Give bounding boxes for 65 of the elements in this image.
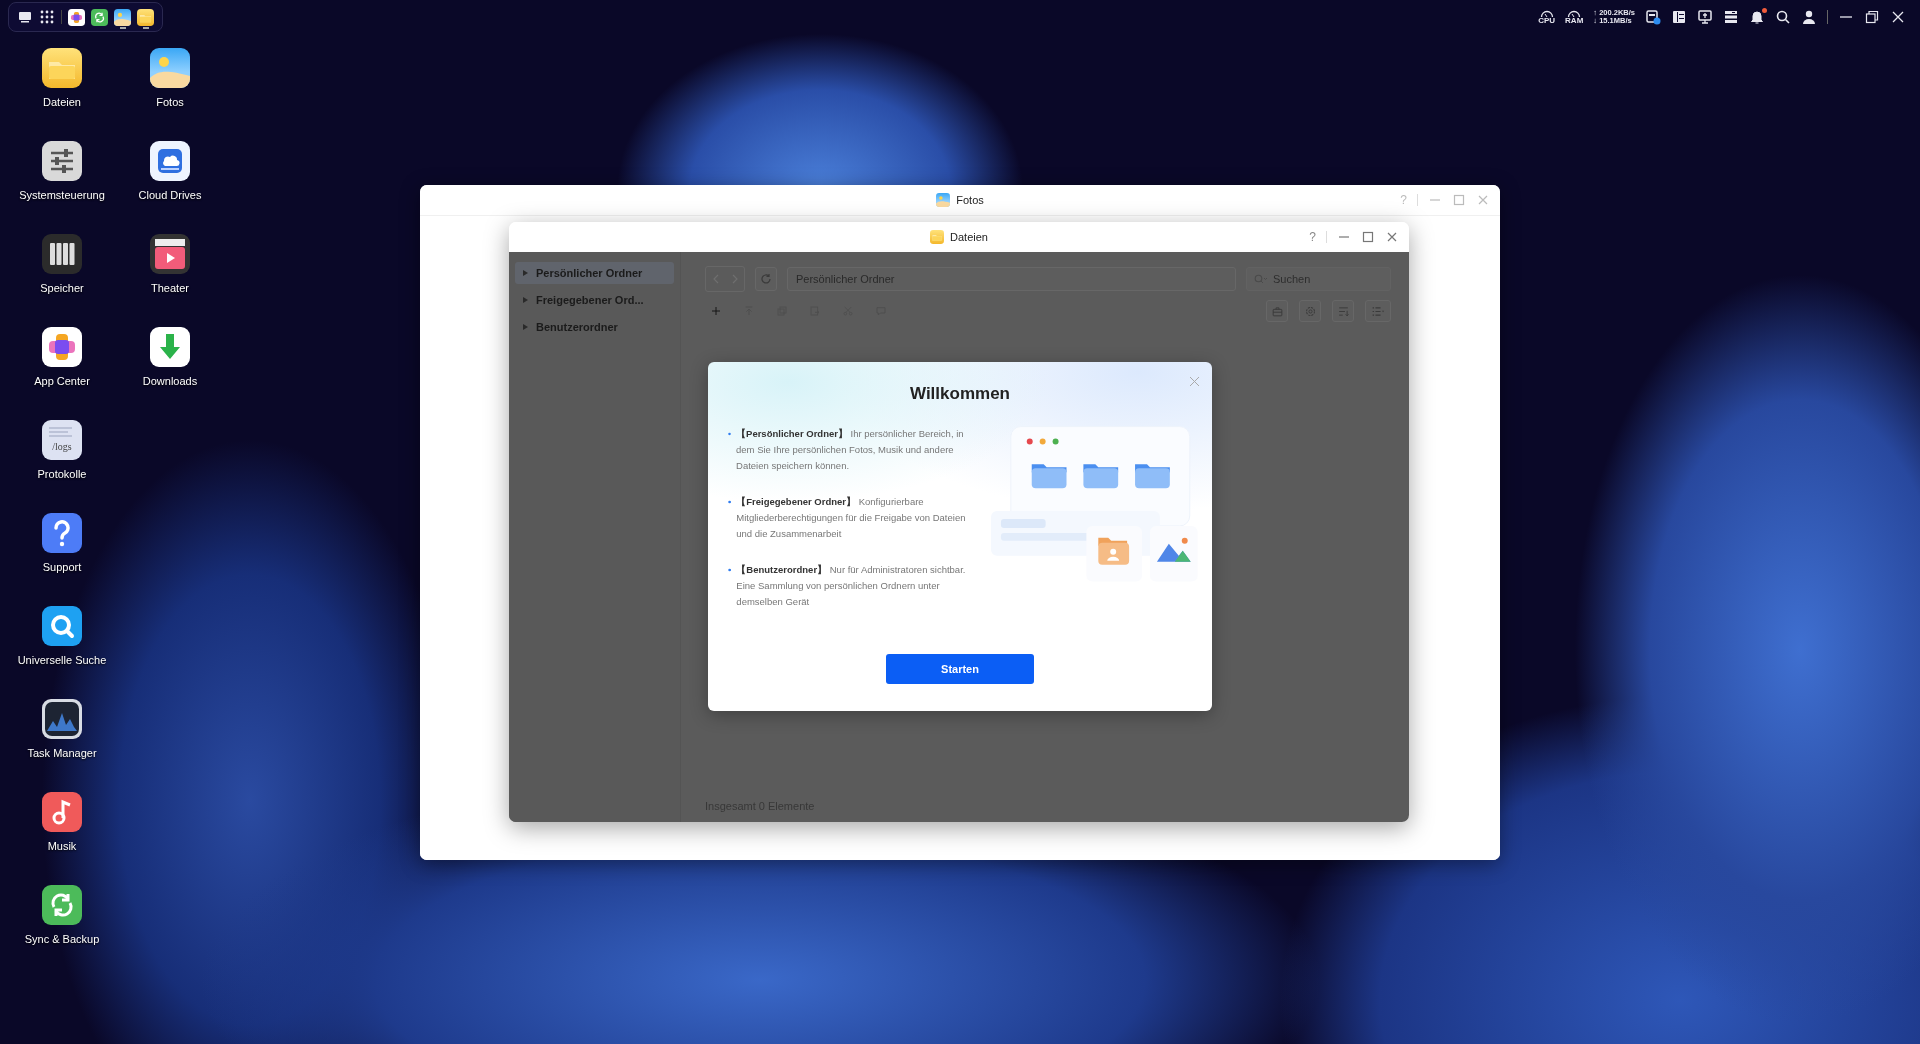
desktop-icon-label[interactable]: Systemsteuerung — [19, 189, 105, 201]
app-grid-icon[interactable] — [39, 9, 55, 25]
plus-icon — [710, 305, 722, 317]
folder-icon — [930, 230, 945, 244]
desktop-icon-label[interactable]: Dateien — [43, 96, 81, 108]
folder-icon[interactable] — [137, 8, 154, 26]
sync-arrows-icon[interactable] — [42, 885, 82, 925]
desktop-icon-label[interactable]: Task Manager — [27, 747, 97, 759]
toolbox-icon — [1270, 304, 1284, 318]
panel-icon[interactable] — [1671, 9, 1687, 25]
desktop-icon-label[interactable]: Support — [42, 561, 82, 573]
question-mark-icon[interactable] — [42, 513, 82, 553]
bullet-icon — [728, 567, 732, 573]
gauge-label: CPU — [1538, 17, 1556, 25]
window-title: Fotos — [956, 194, 984, 206]
landscape-icon[interactable] — [114, 8, 131, 26]
app-center-icon[interactable] — [68, 8, 85, 26]
window-title: Dateien — [950, 231, 988, 243]
desktop-icon-label[interactable]: Theater — [151, 282, 189, 294]
gauge-icon — [1539, 9, 1554, 17]
desktop-icon[interactable] — [17, 9, 33, 25]
restore-icon[interactable] — [1864, 9, 1880, 25]
desktop-icon-label[interactable]: Cloud Drives — [138, 189, 202, 201]
close-icon[interactable] — [1890, 9, 1906, 25]
server-list-icon[interactable] — [1723, 9, 1739, 25]
start-button[interactable]: Starten — [886, 654, 1034, 684]
search-icon[interactable] — [1775, 9, 1791, 25]
desktop-icon-label[interactable]: Musik — [47, 840, 77, 852]
desktop-icon-label[interactable]: Fotos — [156, 96, 184, 108]
refresh-icon — [760, 273, 772, 285]
desktop-icon-label[interactable]: Protokolle — [37, 468, 87, 480]
maximize-icon[interactable] — [1361, 230, 1375, 244]
clapperboard-icon[interactable] — [150, 234, 190, 274]
folder-icon[interactable] — [42, 48, 82, 88]
landscape-icon[interactable] — [150, 48, 190, 88]
description-text: 【Freigegebener Ordner】 Konfigurierbare Mitgliederberechtigungen für die Freigabe von Dateien und die Zusammenarbeit — [736, 495, 967, 541]
dialog-title: Willkommen — [910, 384, 1010, 404]
sliders-icon[interactable] — [42, 141, 82, 181]
description-text: 【Persönlicher Ordner】 Ihr persönlicher Bereich, in dem Sie Ihre persönlichen Fotos, Musik und andere Dateien speichern können. — [736, 427, 965, 473]
sort-icon — [1336, 304, 1350, 318]
log-file-icon[interactable]: /logs — [42, 420, 82, 460]
storage-drives-icon[interactable] — [42, 234, 82, 274]
gauge-label: RAM — [1565, 17, 1584, 25]
magnifier-icon[interactable] — [42, 606, 82, 646]
sync-arrows-icon[interactable] — [91, 8, 108, 26]
desktop-icon-label[interactable]: Downloads — [142, 375, 198, 387]
app-center-icon[interactable] — [42, 327, 82, 367]
desktop-icon-label[interactable]: App Center — [34, 375, 90, 387]
cloud-drive-icon[interactable] — [150, 141, 190, 181]
user-icon[interactable] — [1801, 9, 1817, 25]
monitor-icon[interactable] — [1697, 9, 1713, 25]
music-note-icon[interactable] — [42, 792, 82, 832]
drive-sync-icon[interactable] — [1645, 9, 1661, 25]
bell-icon[interactable] — [1749, 9, 1765, 25]
description-text: 【Benutzerordner】 Nur für Administratoren sichtbar. Eine Sammlung von persönlichen Ordnern unter demselben Gerät — [736, 563, 967, 609]
bullet-icon — [728, 499, 732, 505]
activity-graph-icon[interactable] — [42, 699, 82, 739]
settings-icon — [1303, 304, 1317, 318]
desktop-icon-label[interactable]: Sync & Backup — [24, 933, 100, 945]
bullet-icon — [728, 431, 732, 437]
gauge-icon — [1567, 9, 1582, 17]
help-button[interactable]: ? — [1309, 230, 1316, 244]
desktop-icon-label[interactable]: Speicher — [40, 282, 84, 294]
desktop-icon-label[interactable]: Universelle Suche — [17, 654, 107, 666]
landscape-icon — [936, 193, 951, 207]
